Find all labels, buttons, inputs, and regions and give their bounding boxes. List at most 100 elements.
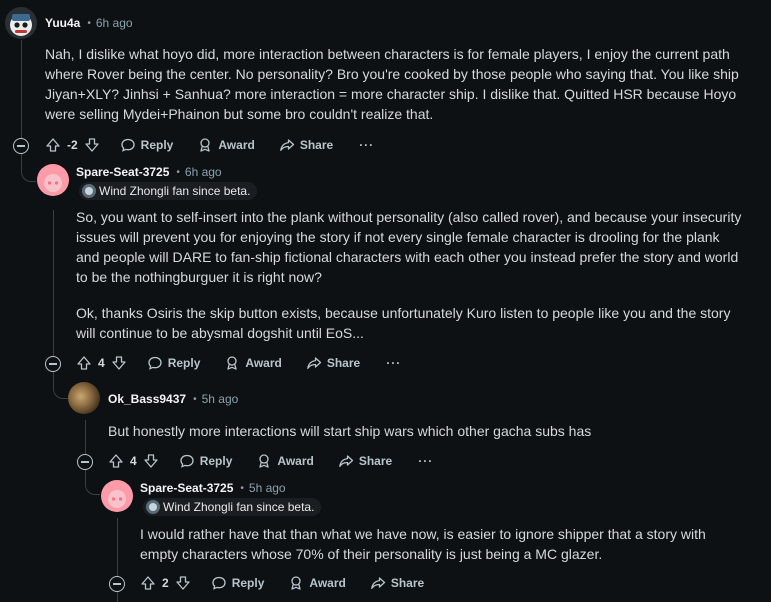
reply-button[interactable]: Reply [147, 355, 201, 371]
upvote-button[interactable] [45, 137, 61, 153]
downvote-button[interactable] [84, 137, 100, 153]
collapse-button[interactable] [109, 576, 125, 592]
award-button[interactable]: Award [197, 137, 255, 153]
upvote-icon [141, 576, 155, 590]
avatar[interactable] [37, 164, 69, 196]
comment-paragraph: Nah, I dislike what hoyo did, more inter… [45, 46, 739, 122]
reply-icon [180, 454, 194, 468]
award-button[interactable]: Award [224, 355, 282, 371]
thread-line[interactable] [21, 40, 22, 138]
avatar[interactable] [68, 382, 100, 414]
share-label: Share [326, 356, 361, 370]
upvote-button[interactable] [76, 355, 92, 371]
avatar[interactable] [5, 7, 37, 39]
award-button[interactable]: Award [256, 453, 314, 469]
username[interactable]: Spare-Seat-3725 [140, 481, 233, 495]
comment-meta: Spare-Seat-3725 • 6h ago [76, 165, 222, 179]
comment-thread: Yuu4a • 6h ago Nah, I dislike what hoyo … [0, 0, 771, 602]
reply-button[interactable]: Reply [179, 453, 233, 469]
comment-actions: -2 Reply Award Share ··· [45, 133, 374, 157]
share-icon [306, 357, 321, 369]
share-icon [370, 577, 385, 589]
comment-meta: Spare-Seat-3725 • 5h ago [140, 481, 286, 495]
vote-score: 2 [162, 576, 169, 590]
reply-label: Reply [199, 454, 233, 468]
comment-actions: 4 Reply Award Share ··· [108, 449, 433, 473]
timestamp[interactable]: 6h ago [185, 165, 222, 179]
share-icon [338, 455, 353, 467]
collapse-button[interactable] [13, 138, 29, 154]
downvote-icon [176, 576, 190, 590]
thread-branch [21, 165, 36, 182]
downvote-icon [112, 356, 126, 370]
collapse-button[interactable] [77, 454, 93, 470]
thread-line[interactable] [117, 518, 118, 576]
flair-text: Wind Zhongli fan since beta. [99, 184, 251, 198]
downvote-button[interactable] [111, 355, 127, 371]
downvote-button[interactable] [143, 453, 159, 469]
reply-label: Reply [231, 576, 265, 590]
award-label: Award [218, 138, 255, 152]
downvote-button[interactable] [175, 575, 191, 591]
award-icon [200, 138, 211, 152]
share-button[interactable]: Share [338, 453, 392, 469]
vote-score: 4 [130, 454, 137, 468]
reply-label: Reply [167, 356, 201, 370]
reply-label: Reply [140, 138, 174, 152]
share-label: Share [299, 138, 334, 152]
award-icon [259, 454, 270, 468]
vote-score: -2 [67, 138, 78, 152]
comment-actions: 4 Reply Award Share ··· [76, 351, 401, 375]
share-button[interactable]: Share [370, 575, 424, 591]
separator-dot: • [193, 393, 197, 405]
more-options-button[interactable]: ··· [359, 138, 374, 152]
award-icon [291, 576, 302, 590]
share-button[interactable]: Share [306, 355, 360, 371]
avatar-snoo-icon [10, 14, 32, 36]
user-flair: Wind Zhongli fan since beta. [143, 498, 322, 516]
vote-score: 4 [98, 356, 105, 370]
avatar[interactable] [101, 480, 133, 512]
more-options-icon: ··· [386, 356, 402, 370]
comment-paragraph: So, you want to self-insert into the pla… [76, 209, 742, 285]
timestamp[interactable]: 5h ago [249, 481, 286, 495]
comment-paragraph: But honestly more interactions will star… [108, 423, 592, 439]
award-label: Award [277, 454, 314, 468]
upvote-icon [77, 356, 91, 370]
more-options-button[interactable]: ··· [418, 454, 433, 468]
reply-button[interactable]: Reply [211, 575, 265, 591]
share-icon [279, 139, 294, 151]
award-button[interactable]: Award [288, 575, 346, 591]
thread-line[interactable] [85, 420, 86, 454]
share-button[interactable]: Share [279, 137, 333, 153]
reply-button[interactable]: Reply [120, 137, 174, 153]
username[interactable]: Ok_Bass9437 [108, 392, 186, 406]
thread-branch [53, 380, 68, 399]
username[interactable]: Yuu4a [45, 16, 80, 30]
collapse-button[interactable] [45, 356, 61, 372]
timestamp[interactable]: 6h ago [96, 16, 133, 30]
comment-body: Nah, I dislike what hoyo did, more inter… [45, 44, 745, 124]
comment-body: So, you want to self-insert into the pla… [76, 207, 746, 343]
separator-dot: • [176, 166, 180, 178]
thread-line[interactable] [53, 210, 54, 356]
comment-meta: Ok_Bass9437 • 5h ago [108, 392, 238, 406]
more-options-button[interactable]: ··· [386, 356, 401, 370]
timestamp[interactable]: 5h ago [202, 392, 239, 406]
award-label: Award [309, 576, 346, 590]
downvote-icon [144, 454, 158, 468]
username[interactable]: Spare-Seat-3725 [76, 165, 169, 179]
award-label: Award [245, 356, 282, 370]
thread-branch [85, 476, 100, 495]
comment-meta: Yuu4a • 6h ago [45, 16, 133, 30]
avatar-snoo-icon [44, 174, 62, 192]
more-options-icon: ··· [418, 454, 434, 468]
upvote-icon [46, 138, 60, 152]
reply-icon [148, 356, 162, 370]
upvote-button[interactable] [108, 453, 124, 469]
separator-dot: • [240, 482, 244, 494]
flair-emoji-icon [146, 500, 160, 514]
share-label: Share [390, 576, 425, 590]
upvote-button[interactable] [140, 575, 156, 591]
share-label: Share [358, 454, 393, 468]
